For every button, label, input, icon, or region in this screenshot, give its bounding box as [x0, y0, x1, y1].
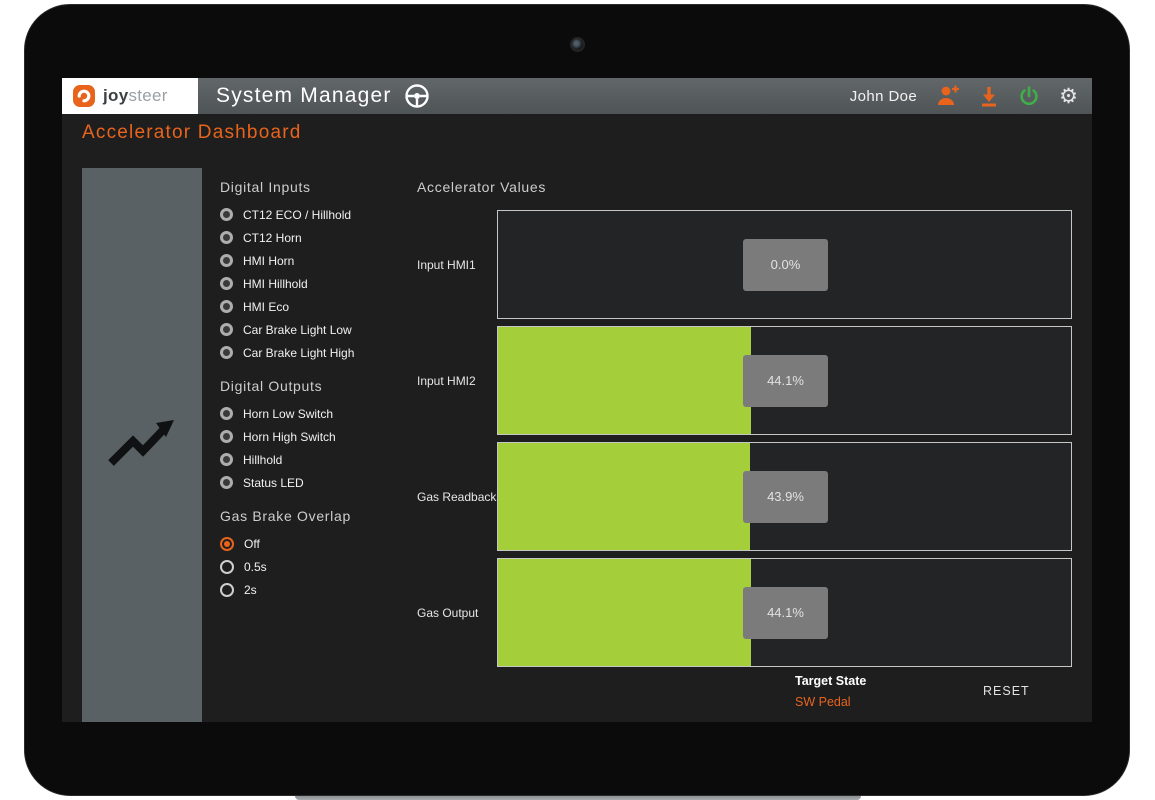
radio-button-icon[interactable] — [220, 537, 234, 551]
gauge-value-badge: 44.1% — [743, 355, 828, 407]
gauge-list: Input HMI1 0.0% Input HMI2 44.1% Gas Rea… — [417, 210, 1072, 667]
digital-input-item: HMI Horn — [220, 249, 416, 272]
brand-text: joysteer — [103, 86, 168, 106]
radio-button-icon[interactable] — [220, 583, 234, 597]
gear-icon[interactable]: ⚙ — [1059, 86, 1078, 107]
gauge-row-gas-output: Gas Output 44.1% — [417, 558, 1072, 667]
target-state: Target State SW Pedal — [795, 674, 866, 709]
gauge-row-input-hmi1: Input HMI1 0.0% — [417, 210, 1072, 319]
app-bar: joysteer System Manager John Doe — [62, 78, 1092, 114]
brand-area: joysteer — [62, 78, 198, 114]
led-indicator-icon — [220, 277, 233, 290]
page-title: Accelerator Dashboard — [82, 122, 302, 144]
digital-output-item: Status LED — [220, 471, 416, 494]
led-indicator-icon — [220, 300, 233, 313]
digital-input-item: CT12 ECO / Hillhold — [220, 203, 416, 226]
gauge-row-gas-readback: Gas Readback 43.9% — [417, 442, 1072, 551]
digital-output-label: Horn High Switch — [243, 430, 336, 444]
download-icon[interactable] — [979, 85, 999, 107]
gauge-track: 44.1% — [497, 558, 1072, 667]
overlap-option-twoseconds[interactable]: 2s — [220, 578, 416, 601]
digital-input-label: Car Brake Light High — [243, 346, 354, 360]
digital-input-item: Car Brake Light High — [220, 341, 416, 364]
user-name[interactable]: John Doe — [850, 88, 917, 105]
digital-output-label: Horn Low Switch — [243, 407, 333, 421]
gauge-track: 0.0% — [497, 210, 1072, 319]
overlap-option-label: Off — [244, 537, 260, 551]
gauge-fill — [498, 327, 751, 434]
led-indicator-icon — [220, 208, 233, 221]
overlap-option-label: 0.5s — [244, 560, 267, 574]
led-indicator-icon — [220, 346, 233, 359]
power-icon[interactable] — [1018, 85, 1040, 107]
accelerator-values-panel: Accelerator Values Input HMI1 0.0% Input… — [417, 174, 1072, 674]
target-state-value: SW Pedal — [795, 695, 866, 709]
screen: joysteer System Manager John Doe — [62, 78, 1092, 722]
digital-input-item: HMI Hillhold — [220, 272, 416, 295]
digital-outputs-title: Digital Outputs — [220, 379, 416, 394]
gauge-fill — [498, 443, 750, 550]
tablet-camera — [570, 37, 585, 52]
led-indicator-icon — [220, 476, 233, 489]
led-indicator-icon — [220, 231, 233, 244]
led-indicator-icon — [220, 323, 233, 336]
digital-output-label: Hillhold — [243, 453, 282, 467]
gauge-label: Gas Output — [417, 558, 497, 667]
reset-button[interactable]: RESET — [983, 684, 1030, 698]
overlap-option-off[interactable]: Off — [220, 532, 416, 555]
gauge-label: Input HMI1 — [417, 210, 497, 319]
gauge-row-input-hmi2: Input HMI2 44.1% — [417, 326, 1072, 435]
digital-output-item: Horn High Switch — [220, 425, 416, 448]
app-title: System Manager — [216, 84, 392, 108]
accelerator-values-title: Accelerator Values — [417, 180, 1072, 195]
radio-button-icon[interactable] — [220, 560, 234, 574]
led-indicator-icon — [220, 254, 233, 267]
digital-input-item: Car Brake Light Low — [220, 318, 416, 341]
target-state-label: Target State — [795, 674, 866, 688]
led-indicator-icon — [220, 453, 233, 466]
digital-inputs-title: Digital Inputs — [220, 180, 416, 195]
gauge-value-badge: 0.0% — [743, 239, 828, 291]
overlap-option-halfsecond[interactable]: 0.5s — [220, 555, 416, 578]
digital-input-item: CT12 Horn — [220, 226, 416, 249]
steering-wheel-icon — [404, 83, 430, 109]
gauge-value-badge: 43.9% — [743, 471, 828, 523]
gauge-label: Gas Readback — [417, 442, 497, 551]
sidebar-nav-dashboard[interactable] — [82, 168, 202, 722]
digital-input-label: HMI Eco — [243, 300, 289, 314]
led-indicator-icon — [220, 430, 233, 443]
gauge-value-badge: 44.1% — [743, 587, 828, 639]
digital-input-label: CT12 ECO / Hillhold — [243, 208, 351, 222]
gauge-label: Input HMI2 — [417, 326, 497, 435]
digital-input-label: HMI Hillhold — [243, 277, 308, 291]
app-bar-right: John Doe — [850, 85, 1092, 107]
joysteer-logo-icon — [72, 84, 96, 108]
brand-text-light: steer — [128, 86, 167, 105]
stage: joysteer System Manager John Doe — [0, 0, 1155, 800]
led-indicator-icon — [220, 407, 233, 420]
gauge-fill — [498, 559, 751, 666]
digital-output-label: Status LED — [243, 476, 304, 490]
digital-output-item: Hillhold — [220, 448, 416, 471]
brand-text-bold: joy — [103, 86, 128, 105]
gas-brake-overlap-title: Gas Brake Overlap — [220, 509, 416, 524]
digital-input-label: CT12 Horn — [243, 231, 302, 245]
gauge-track: 43.9% — [497, 442, 1072, 551]
user-add-icon[interactable] — [936, 85, 960, 107]
trend-up-icon — [106, 417, 178, 474]
digital-input-label: HMI Horn — [243, 254, 294, 268]
gauge-track: 44.1% — [497, 326, 1072, 435]
digital-input-label: Car Brake Light Low — [243, 323, 352, 337]
controls-column: Digital Inputs CT12 ECO / Hillhold CT12 … — [220, 174, 416, 601]
digital-input-item: HMI Eco — [220, 295, 416, 318]
digital-output-item: Horn Low Switch — [220, 402, 416, 425]
overlap-option-label: 2s — [244, 583, 257, 597]
